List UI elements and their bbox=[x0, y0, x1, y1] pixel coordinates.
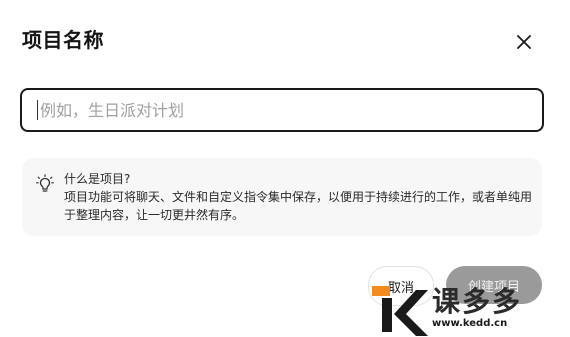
info-title: 什么是项目? bbox=[64, 172, 131, 186]
watermark: 课多多 www.kedd.cn bbox=[372, 280, 570, 337]
watermark-name: 课多多 bbox=[432, 285, 523, 318]
dialog-title: 项目名称 bbox=[22, 28, 104, 52]
close-button[interactable] bbox=[508, 28, 540, 56]
watermark-logo-icon bbox=[372, 286, 428, 336]
watermark-url: www.kedd.cn bbox=[432, 318, 508, 329]
info-body: 项目功能可将聊天、文件和自定义指令集中保存，以便用于持续进行的工作，或者单纯用于… bbox=[64, 190, 533, 222]
project-name-input[interactable] bbox=[22, 90, 542, 130]
project-name-field[interactable] bbox=[20, 88, 544, 132]
info-text: 什么是项目? 项目功能可将聊天、文件和自定义指令集中保存，以便用于持续进行的工作… bbox=[64, 170, 534, 224]
create-project-dialog: 项目名称 什么是项目? 项目功能可将聊天、文件和自定义指令集中保存，以便用于持续… bbox=[0, 0, 570, 337]
project-info-box: 什么是项目? 项目功能可将聊天、文件和自定义指令集中保存，以便用于持续进行的工作… bbox=[22, 158, 542, 236]
text-caret bbox=[37, 100, 38, 120]
lightbulb-icon bbox=[36, 174, 54, 192]
close-icon bbox=[517, 35, 531, 49]
